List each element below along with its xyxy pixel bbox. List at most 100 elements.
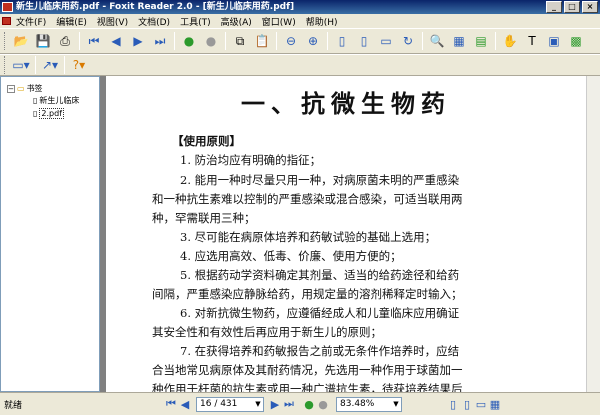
- first-page-icon[interactable]: ⏮: [84, 31, 104, 51]
- bookmark-panel-icon[interactable]: ▭▾: [11, 55, 31, 75]
- first-page-icon[interactable]: ⏮: [164, 397, 178, 411]
- secondary-toolbar: ▭▾ ↗▾ ?▾: [0, 54, 600, 76]
- previous-page-icon[interactable]: ◀: [106, 31, 126, 51]
- status-bar: 就绪 ⏮ ◀ 16 / 431 ▼ ▶ ⏭ ● ● 83.48% ▼ ▯ ▯ ▭…: [0, 392, 600, 415]
- text-line: 合当地常见病原体及其耐药情况，先选用一种作用于球菌加一: [152, 363, 463, 377]
- open-icon[interactable]: 📂: [11, 31, 31, 51]
- save-icon[interactable]: 💾: [33, 31, 53, 51]
- separator: [64, 56, 65, 74]
- last-page-icon[interactable]: ⏭: [150, 31, 170, 51]
- bookmark-root[interactable]: − ▭ 书签: [7, 83, 43, 94]
- forward-icon[interactable]: ●: [201, 31, 221, 51]
- status-text: 就绪: [4, 400, 23, 411]
- zoom-in-icon[interactable]: ⊕: [303, 31, 323, 51]
- forward-icon[interactable]: ●: [316, 397, 330, 411]
- document-view[interactable]: 一、抗微生物药 【使用原则】 1. 防治均应有明确的指征； 2. 能用一种时尽量…: [100, 76, 600, 392]
- pdf-page: 一、抗微生物药 【使用原则】 1. 防治均应有明确的指征； 2. 能用一种时尽量…: [106, 76, 586, 392]
- table-view-icon[interactable]: ▦: [449, 31, 469, 51]
- select-arrow-icon[interactable]: ↗▾: [40, 55, 60, 75]
- next-page-icon[interactable]: ▶: [268, 397, 282, 411]
- menu-window[interactable]: 窗口(W): [257, 15, 301, 28]
- window-title: 新生儿临床用药.pdf - Foxit Reader 2.0 - [新生儿临床用…: [16, 2, 295, 12]
- continuous-page-icon[interactable]: ▯: [460, 397, 474, 411]
- single-page-icon[interactable]: ▯: [446, 397, 460, 411]
- menu-view[interactable]: 视图(V): [92, 15, 133, 28]
- minimize-button[interactable]: _: [546, 1, 562, 13]
- text-line: 7. 在获得培养和药敏报告之前或无条件作培养时，应结: [180, 344, 460, 358]
- last-page-icon[interactable]: ⏭: [282, 397, 296, 411]
- menu-document[interactable]: 文档(D): [133, 15, 175, 28]
- toolbar-grip[interactable]: [4, 56, 7, 74]
- hand-tool-icon[interactable]: ✋: [500, 31, 520, 51]
- chevron-down-icon[interactable]: ▼: [253, 398, 263, 411]
- help-icon[interactable]: ?▾: [69, 55, 89, 75]
- bookmark-item-label: 2.pdf: [39, 108, 65, 119]
- menu-file[interactable]: 文件(F): [11, 15, 51, 28]
- separator: [422, 32, 423, 50]
- section-title: 【使用原则】: [172, 134, 241, 148]
- next-page-icon[interactable]: ▶: [128, 31, 148, 51]
- zoom-field[interactable]: 83.48% ▼: [336, 396, 402, 412]
- form-icon[interactable]: ▤: [471, 31, 491, 51]
- text-line: 其安全性和有效性后再应用于新生儿的原则；: [152, 325, 382, 339]
- page-heading: 一、抗微生物药: [241, 89, 451, 118]
- close-button[interactable]: ×: [582, 1, 598, 13]
- bookmark-root-label: 书签: [26, 84, 43, 93]
- text-line: 种，罕需联用三种；: [152, 211, 256, 225]
- text-line: 3. 尽可能在病原体培养和药敏试验的基础上选用；: [180, 230, 437, 244]
- copy-icon[interactable]: ⧉: [230, 31, 250, 51]
- text-line: 4. 应选用高效、低毒、价廉、使用方便的；: [180, 249, 402, 263]
- separator: [327, 32, 328, 50]
- single-page-icon[interactable]: ▯: [332, 31, 352, 51]
- print-icon[interactable]: ⎙: [55, 31, 75, 51]
- text-line: 种作用于杆菌的抗生素或用一种广谱抗生素，待获培养结果后: [152, 382, 463, 392]
- toolbar-grip[interactable]: [4, 32, 7, 50]
- text-line: 间隔，严重感染应静脉给药，用规定量的溶剂稀释定时输入；: [152, 287, 463, 301]
- previous-page-icon[interactable]: ◀: [178, 397, 192, 411]
- app-icon: [2, 2, 13, 12]
- separator: [35, 56, 36, 74]
- rotate-page-icon[interactable]: ↻: [398, 31, 418, 51]
- page-number-field[interactable]: 16 / 431 ▼: [196, 396, 264, 412]
- back-icon[interactable]: ●: [302, 397, 316, 411]
- page-number-value: 16 / 431: [200, 398, 238, 409]
- zoom-out-icon[interactable]: ⊖: [281, 31, 301, 51]
- page-icon: ▯: [33, 96, 38, 105]
- find-icon[interactable]: 🔍: [427, 31, 447, 51]
- menu-advanced[interactable]: 高级(A): [216, 15, 257, 28]
- collapse-icon[interactable]: −: [7, 84, 15, 93]
- zoom-value: 83.48%: [340, 398, 375, 409]
- paste-icon[interactable]: 📋: [252, 31, 272, 51]
- back-icon[interactable]: ●: [179, 31, 199, 51]
- bookmark-item[interactable]: ▯ 新生儿临床: [33, 95, 79, 106]
- separator: [276, 32, 277, 50]
- text-line: 和一种抗生素难以控制的严重感染或混合感染，可适当联用两: [152, 192, 463, 206]
- folder-icon: ▭: [17, 84, 25, 93]
- bookmark-item[interactable]: ▯ 2.pdf: [33, 108, 65, 119]
- document-menu-icon[interactable]: [2, 17, 11, 25]
- continuous-facing-icon[interactable]: ▦: [488, 397, 502, 411]
- facing-page-icon[interactable]: ▭: [474, 397, 488, 411]
- facing-page-icon[interactable]: ▭: [376, 31, 396, 51]
- bookmarks-panel: − ▭ 书签 ▯ 新生儿临床 ▯ 2.pdf: [0, 76, 100, 392]
- separator: [174, 32, 175, 50]
- menu-help[interactable]: 帮助(H): [301, 15, 343, 28]
- title-bar: 新生儿临床用药.pdf - Foxit Reader 2.0 - [新生儿临床用…: [0, 0, 600, 14]
- separator: [495, 32, 496, 50]
- text-select-icon[interactable]: T: [522, 31, 542, 51]
- image-icon[interactable]: ▩: [566, 31, 586, 51]
- bookmark-item-label: 新生儿临床: [39, 96, 80, 105]
- main-toolbar: 📂 💾 ⎙ ⏮ ◀ ▶ ⏭ ● ● ⧉ 📋 ⊖ ⊕ ▯ ▯ ▭ ↻ 🔍 ▦ ▤ …: [0, 28, 600, 54]
- page-icon: ▯: [33, 109, 38, 118]
- chevron-down-icon[interactable]: ▼: [391, 398, 401, 411]
- maximize-button[interactable]: □: [564, 1, 580, 13]
- menu-edit[interactable]: 编辑(E): [51, 15, 92, 28]
- text-line: 2. 能用一种时尽量只用一种，对病原菌未明的严重感染: [180, 173, 460, 187]
- separator: [79, 32, 80, 50]
- menu-tools[interactable]: 工具(T): [175, 15, 216, 28]
- snapshot-icon[interactable]: ▣: [544, 31, 564, 51]
- continuous-page-icon[interactable]: ▯: [354, 31, 374, 51]
- menu-bar: 文件(F) 编辑(E) 视图(V) 文档(D) 工具(T) 高级(A) 窗口(W…: [0, 14, 600, 28]
- text-line: 1. 防治均应有明确的指征；: [180, 153, 322, 167]
- vertical-scrollbar[interactable]: [586, 76, 600, 392]
